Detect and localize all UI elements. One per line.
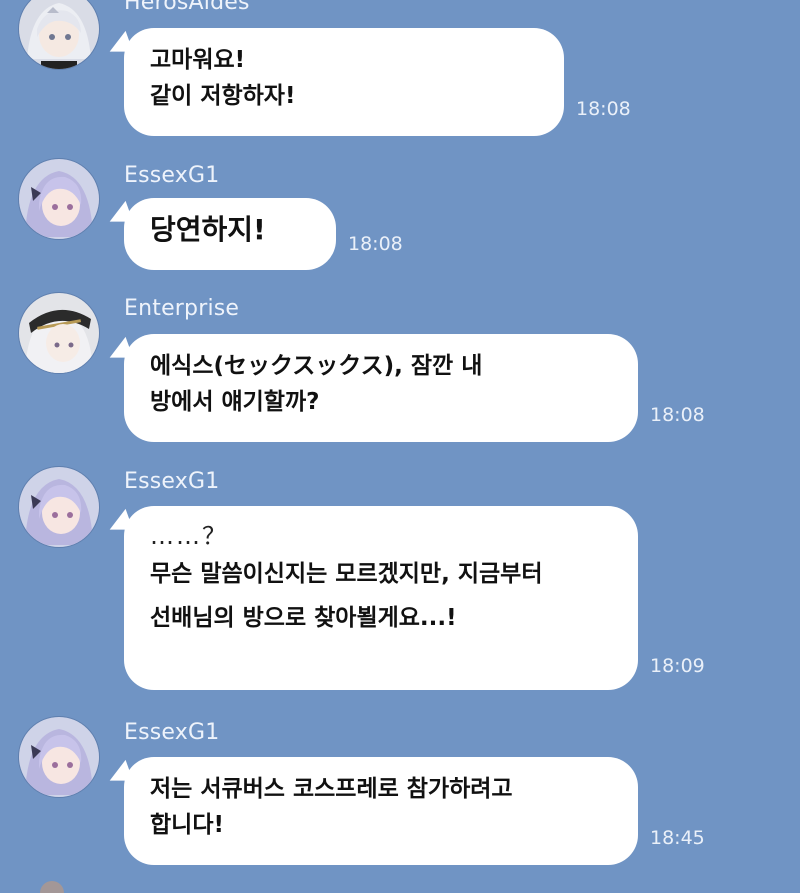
lavender-hair-avatar-icon[interactable] [18, 158, 100, 240]
bubble-tail [104, 336, 134, 366]
message-time: 18:45 [650, 827, 705, 849]
lavender-hair-avatar-icon[interactable] [18, 716, 100, 798]
message-bubble[interactable]: ……？ 무슨 말씀이신지는 모르겠지만, 지금부터 선배님의 방으로 찾아뵐게요… [104, 506, 638, 690]
message-bubble[interactable]: 에식스(セックスックス), 잠깐 내 방에서 얘기할까? [104, 334, 638, 442]
message-text: 같이 저항하자! [150, 83, 296, 109]
bubble-tail [104, 759, 134, 789]
message-time: 18:08 [576, 98, 631, 120]
message-time: 18:08 [650, 404, 705, 426]
message-text: 무슨 말씀이신지는 모르겠지만, 지금부터 [150, 561, 543, 587]
message-text: ……？ [150, 522, 228, 550]
message-time: 18:08 [348, 233, 403, 255]
bubble-tail [104, 508, 134, 538]
message-text: 당연하지! [150, 213, 266, 246]
silver-hair-avatar-icon[interactable] [18, 0, 100, 70]
sender-name: EssexG1 [124, 163, 220, 188]
message-text: 에식스(セックスックス), 잠깐 내 [150, 353, 483, 379]
message-time: 18:09 [650, 655, 705, 677]
message-text: 합니다! [150, 812, 224, 838]
lavender-hair-avatar-icon[interactable] [18, 466, 100, 548]
bubble-tail [104, 200, 134, 230]
next-avatar-edge [40, 881, 64, 893]
sender-name: HerosAides [124, 0, 250, 15]
sender-name: EssexG1 [124, 469, 220, 494]
message-text: 고마워요! [150, 47, 246, 73]
chat-log: HerosAides 고마워요! 같이 저항하자! 18:08 EssexG1 … [0, 0, 800, 893]
sender-name: Enterprise [124, 296, 240, 321]
message-text: 방에서 얘기할까? [150, 389, 320, 415]
bubble-tail [104, 30, 134, 60]
message-bubble[interactable]: 저는 서큐버스 코스프레로 참가하려고 합니다! [104, 757, 638, 865]
message-bubble[interactable]: 당연하지! [104, 198, 336, 270]
message-text: 선배님의 방으로 찾아뵐게요...! [150, 605, 457, 631]
message-bubble[interactable]: 고마워요! 같이 저항하자! [104, 28, 564, 136]
white-hair-cap-avatar-icon[interactable] [18, 292, 100, 374]
message-text: 저는 서큐버스 코스프레로 참가하려고 [150, 776, 513, 802]
sender-name: EssexG1 [124, 720, 220, 745]
